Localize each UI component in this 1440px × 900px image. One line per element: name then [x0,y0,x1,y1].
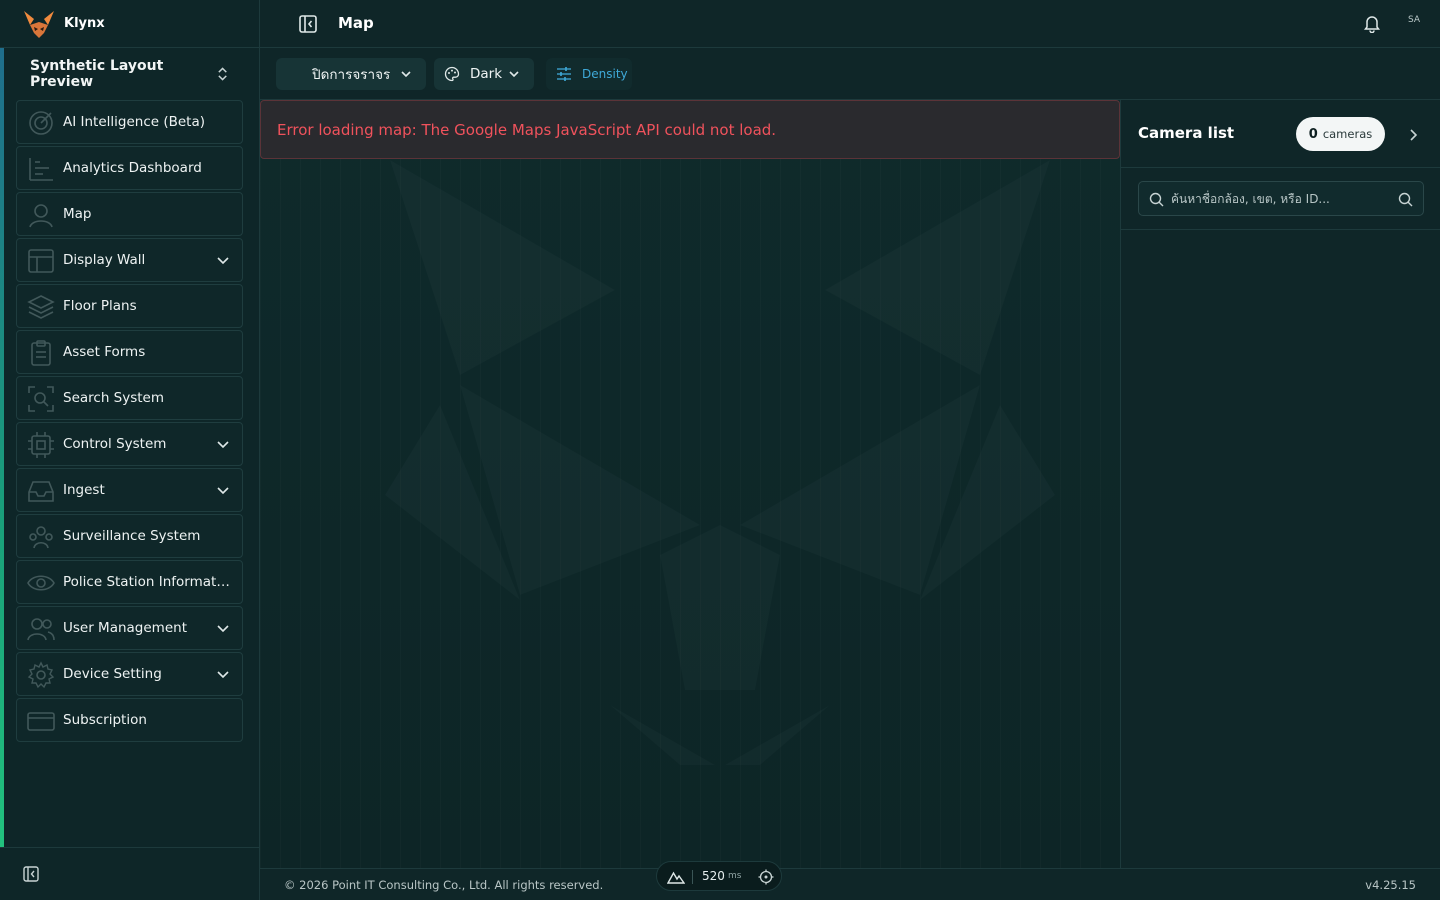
brand-name: Klynx [64,16,105,31]
camera-search-box [1138,181,1424,216]
chevron-down-icon [217,671,229,679]
copyright-text: © 2026 Point IT Consulting Co., Ltd. All… [284,878,604,892]
sidebar-item-label: Police Station Informati... [63,574,231,590]
chevron-down-icon [509,71,519,78]
user-avatar[interactable]: SA [1408,15,1420,25]
sidebar-item-label: Analytics Dashboard [63,160,202,176]
bell-icon[interactable] [1364,15,1380,33]
sidebar-item-label: Surveillance System [63,528,201,544]
mountain-logo-icon [667,871,685,884]
sidebar-item-label: Map [63,206,92,222]
map-error-text: Error loading map: The Google Maps JavaS… [277,120,777,139]
klynx-logo-icon [24,10,54,38]
camera-count-badge: 0 cameras [1296,117,1385,151]
sidebar-footer [0,847,259,900]
chevron-down-icon [401,71,411,78]
sidebar-item-floor-plans[interactable]: Floor Plans [16,284,243,328]
sidebar-item-user-management[interactable]: User Management [16,606,243,650]
top-header: Map SA [260,0,1440,48]
collapse-sidebar-icon[interactable] [23,866,39,882]
sidebar-item-label: Subscription [63,712,147,728]
sidebar-item-subscription[interactable]: Subscription [16,698,243,742]
search-icon [1149,192,1164,207]
user-pin-icon [29,204,53,228]
clipboard-icon [31,340,51,366]
sidebar-item-surveillance-system[interactable]: Surveillance System [16,514,243,558]
crosshair-icon[interactable] [758,869,774,885]
chevrons-up-down-icon [218,67,227,81]
app-version: v4.25.15 [1365,878,1416,892]
map-canvas[interactable]: Error loading map: The Google Maps JavaS… [260,100,1120,868]
sidebar-item-display-wall[interactable]: Display Wall [16,238,243,282]
density-button[interactable]: Density [546,58,632,90]
theme-label: Dark [470,66,503,82]
camera-list-header: Camera list 0 cameras [1121,100,1440,168]
sidebar-item-control-system[interactable]: Control System [16,422,243,466]
sidebar-item-search-system[interactable]: Search System [16,376,243,420]
target-icon [29,111,53,135]
users-icon [27,618,55,641]
map-toolbar: ปิดการจราจร Dark Density [260,48,1440,100]
sidebar-item-label: Search System [63,390,165,406]
inbox-icon [28,481,54,502]
camera-search-area [1121,168,1440,230]
palette-icon [444,66,460,82]
chevron-right-icon[interactable] [1408,128,1418,142]
cpu-icon [28,432,54,458]
density-label: Density [582,67,628,81]
camera-list-title: Camera list [1138,124,1235,142]
camera-search-input[interactable] [1171,188,1391,210]
fox-watermark-icon [380,150,1060,770]
eye-icon [27,575,55,591]
sidebar-item-asset-forms[interactable]: Asset Forms [16,330,243,374]
camera-list-panel: Camera list 0 cameras [1120,100,1440,868]
traffic-label: ปิดการจราจร [312,67,391,83]
card-icon [27,712,55,731]
theme-dropdown[interactable]: Dark [434,58,534,90]
sidebar-item-ingest[interactable]: Ingest [16,468,243,512]
sidebar-item-label: Ingest [63,482,105,498]
page-footer: © 2026 Point IT Consulting Co., Ltd. All… [260,861,1440,900]
scan-icon [28,386,54,412]
sidebar-item-label: Asset Forms [63,344,146,360]
latency-value: 520 [702,869,725,883]
workspace-switcher[interactable]: Synthetic Layout Preview [14,56,246,92]
chart-icon [29,158,53,181]
latency-widget: 520 ms [656,861,782,891]
sidebar-item-label: Control System [63,436,167,452]
chevron-down-icon [217,257,229,265]
chevron-down-icon [217,487,229,495]
layout-icon [28,249,54,273]
map-error-banner: Error loading map: The Google Maps JavaS… [260,100,1120,159]
sidebar-item-map[interactable]: Map [16,192,243,236]
sidebar-item-police-station-informati[interactable]: Police Station Informati... [16,560,243,604]
sidebar-item-label: Display Wall [63,252,146,268]
sidebar-item-device-setting[interactable]: Device Setting [16,652,243,696]
sidebar-item-label: AI Intelligence (Beta) [63,114,206,130]
workspace-name: Synthetic Layout Preview [30,58,164,90]
chevron-down-icon [217,441,229,449]
sidebar-item-label: Device Setting [63,666,162,682]
sidebar-item-ai-intelligence-beta[interactable]: AI Intelligence (Beta) [16,100,243,144]
camera-count: 0 [1308,126,1318,142]
group-icon [29,526,53,549]
latency-divider [692,870,693,884]
sidebar-toggle-icon[interactable] [298,14,318,34]
brand[interactable]: Klynx [0,0,259,48]
sidebar-nav: AI Intelligence (Beta) Analytics Dashboar… [16,100,243,744]
camera-count-unit: cameras [1322,127,1373,141]
sidebar-item-label: Floor Plans [63,298,137,314]
latency-unit: ms [728,871,742,881]
sliders-icon [557,67,571,81]
traffic-toggle-dropdown[interactable]: ปิดการจราจร [276,58,426,90]
sidebar: Klynx Synthetic Layout Preview AI Intell… [0,0,260,900]
layers-icon [27,295,55,319]
chevron-down-icon [217,625,229,633]
sidebar-accent-bar [0,48,4,848]
sidebar-item-label: User Management [63,620,187,636]
page-title: Map [338,14,374,32]
sidebar-item-analytics-dashboard[interactable]: Analytics Dashboard [16,146,243,190]
search-submit-icon[interactable] [1398,192,1413,207]
gear-icon [27,661,55,689]
